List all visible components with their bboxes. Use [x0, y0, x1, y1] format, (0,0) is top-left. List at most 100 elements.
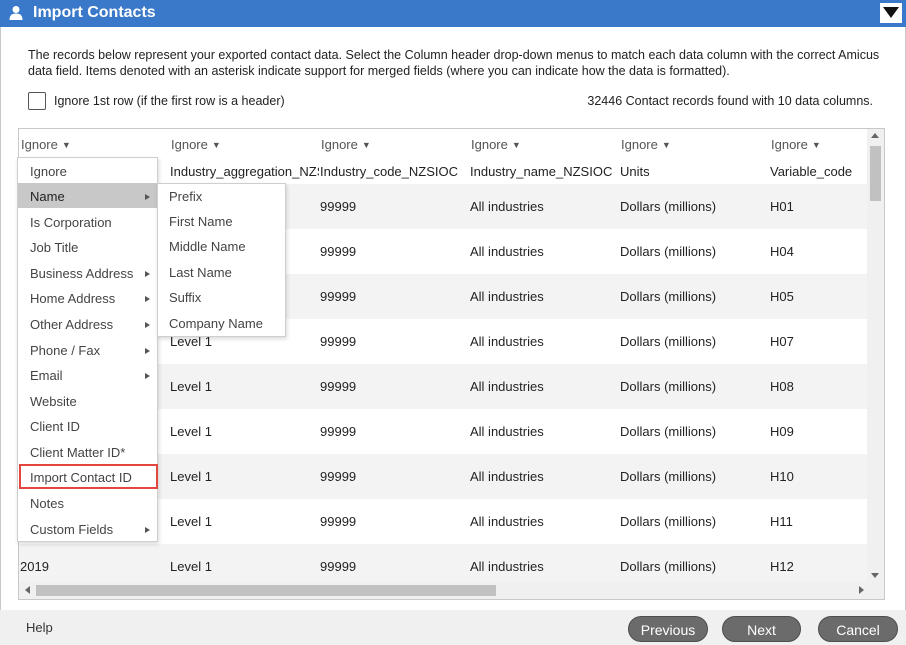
submenu-item-first-name[interactable]: First Name: [158, 209, 285, 234]
submenu-item-last-name[interactable]: Last Name: [158, 260, 285, 285]
caret-down-icon: ▼: [511, 140, 521, 150]
menu-item-label: Home Address: [30, 291, 116, 306]
vertical-scroll-thumb[interactable]: [870, 146, 881, 201]
menu-item-label: Client ID: [30, 419, 80, 434]
vertical-scrollbar[interactable]: [867, 129, 884, 584]
submenu-item-suffix[interactable]: Suffix: [158, 285, 285, 310]
menu-item-custom-fields[interactable]: Custom Fields: [18, 516, 157, 541]
menu-item-label: Job Title: [30, 240, 79, 255]
table-cell: H09: [770, 424, 794, 439]
collapse-triangle-icon[interactable]: [880, 3, 902, 23]
table-cell: Industry_aggregation_NZSIOC: [170, 164, 319, 179]
table-cell: Variable_code: [770, 164, 853, 179]
table-cell: H10: [770, 469, 794, 484]
column-header-label: Ignore: [771, 137, 808, 152]
menu-item-client-id[interactable]: Client ID: [18, 413, 157, 438]
table-cell: Level 1: [170, 424, 212, 439]
menu-item-phone-fax[interactable]: Phone / Fax: [18, 337, 157, 362]
table-cell: All industries: [470, 289, 544, 304]
menu-item-business-address[interactable]: Business Address: [18, 260, 157, 285]
column-header-1[interactable]: Ignore ▼: [21, 129, 71, 159]
table-cell: 99999: [320, 289, 357, 304]
submenu-item-company-name[interactable]: Company Name: [158, 311, 285, 336]
table-cell: H01: [770, 199, 794, 214]
table-cell: 99999: [320, 334, 357, 349]
table-cell: H12: [770, 559, 794, 574]
column-header-label: Ignore: [171, 137, 208, 152]
table-row: 2019 Level 1 99999 All industries Dollar…: [19, 544, 867, 584]
menu-item-label: Ignore: [30, 164, 67, 179]
column-header-label: Ignore: [21, 137, 58, 152]
submenu-arrow-icon: [145, 348, 150, 354]
ignore-first-row-checkbox[interactable]: [28, 92, 46, 110]
table-cell: Level 1: [170, 514, 212, 529]
previous-button[interactable]: Previous: [628, 616, 708, 642]
instructions-text: The records below represent your exporte…: [28, 48, 880, 78]
next-button[interactable]: Next: [722, 616, 801, 642]
menu-item-label: Client Matter ID*: [30, 445, 126, 460]
table-cell: H08: [770, 379, 794, 394]
column-header-2[interactable]: Ignore ▼: [171, 129, 221, 159]
table-cell: Level 1: [170, 379, 212, 394]
scroll-down-icon[interactable]: [871, 573, 879, 578]
menu-item-home-address[interactable]: Home Address: [18, 285, 157, 310]
menu-item-job-title[interactable]: Job Title: [18, 234, 157, 259]
column-header-label: Ignore: [321, 137, 358, 152]
horizontal-scroll-thumb[interactable]: [36, 585, 496, 596]
menu-item-email[interactable]: Email: [18, 362, 157, 387]
menu-item-client-matter-id[interactable]: Client Matter ID*: [18, 439, 157, 464]
submenu-arrow-icon: [145, 322, 150, 328]
table-cell: 99999: [320, 514, 357, 529]
column-header-6[interactable]: Ignore ▼: [771, 129, 821, 159]
scroll-up-icon[interactable]: [871, 133, 879, 138]
table-cell: Level 1: [170, 469, 212, 484]
table-cell: Level 1: [170, 559, 212, 574]
menu-item-label: Email: [30, 368, 63, 383]
table-cell: Industry_code_NZSIOC: [320, 164, 459, 179]
column-header-4[interactable]: Ignore ▼: [471, 129, 521, 159]
table-cell: Dollars (millions): [620, 244, 717, 259]
menu-item-other-address[interactable]: Other Address: [18, 311, 157, 336]
menu-item-ignore[interactable]: Ignore: [18, 158, 157, 183]
horizontal-scrollbar[interactable]: [19, 582, 884, 599]
table-cell: H04: [770, 244, 794, 259]
table-cell: 2019: [20, 559, 49, 574]
column-header-5[interactable]: Ignore ▼: [621, 129, 671, 159]
help-link[interactable]: Help: [26, 620, 53, 635]
menu-item-notes[interactable]: Notes: [18, 490, 157, 515]
caret-down-icon: ▼: [211, 140, 221, 150]
submenu-arrow-icon: [145, 527, 150, 533]
table-cell: All industries: [470, 469, 544, 484]
menu-item-import-contact-id[interactable]: Import Contact ID: [19, 464, 158, 489]
column-header-3[interactable]: Ignore ▼: [321, 129, 371, 159]
table-cell: All industries: [470, 199, 544, 214]
table-cell: Dollars (millions): [620, 334, 717, 349]
records-found-text: 32446 Contact records found with 10 data…: [587, 94, 873, 108]
menu-item-label: Custom Fields: [30, 522, 114, 537]
table-cell: H11: [770, 514, 793, 529]
column-header-label: Ignore: [471, 137, 508, 152]
table-cell: All industries: [470, 424, 544, 439]
cancel-button[interactable]: Cancel: [818, 616, 898, 642]
table-cell: Dollars (millions): [620, 424, 717, 439]
scroll-left-icon[interactable]: [25, 586, 30, 594]
table-cell: 99999: [320, 244, 357, 259]
menu-item-name[interactable]: Name: [18, 183, 157, 208]
submenu-item-prefix[interactable]: Prefix: [158, 184, 285, 209]
name-submenu: Prefix First Name Middle Name Last Name …: [157, 183, 286, 337]
footer-bar: Help Previous Next Cancel: [0, 610, 906, 645]
scroll-right-icon[interactable]: [859, 586, 864, 594]
menu-item-label: Phone / Fax: [30, 343, 101, 358]
submenu-arrow-icon: [145, 373, 150, 379]
menu-item-is-corporation[interactable]: Is Corporation: [18, 209, 157, 234]
table-cell: 99999: [320, 379, 357, 394]
menu-item-website[interactable]: Website: [18, 388, 157, 413]
table-cell: All industries: [470, 379, 544, 394]
table-cell: 99999: [320, 199, 357, 214]
submenu-item-middle-name[interactable]: Middle Name: [158, 234, 285, 259]
table-cell: Dollars (millions): [620, 199, 717, 214]
caret-down-icon: ▼: [61, 140, 71, 150]
table-cell: Dollars (millions): [620, 469, 717, 484]
table-cell: 99999: [320, 559, 357, 574]
ignore-first-row-option[interactable]: Ignore 1st row (if the first row is a he…: [28, 92, 285, 110]
